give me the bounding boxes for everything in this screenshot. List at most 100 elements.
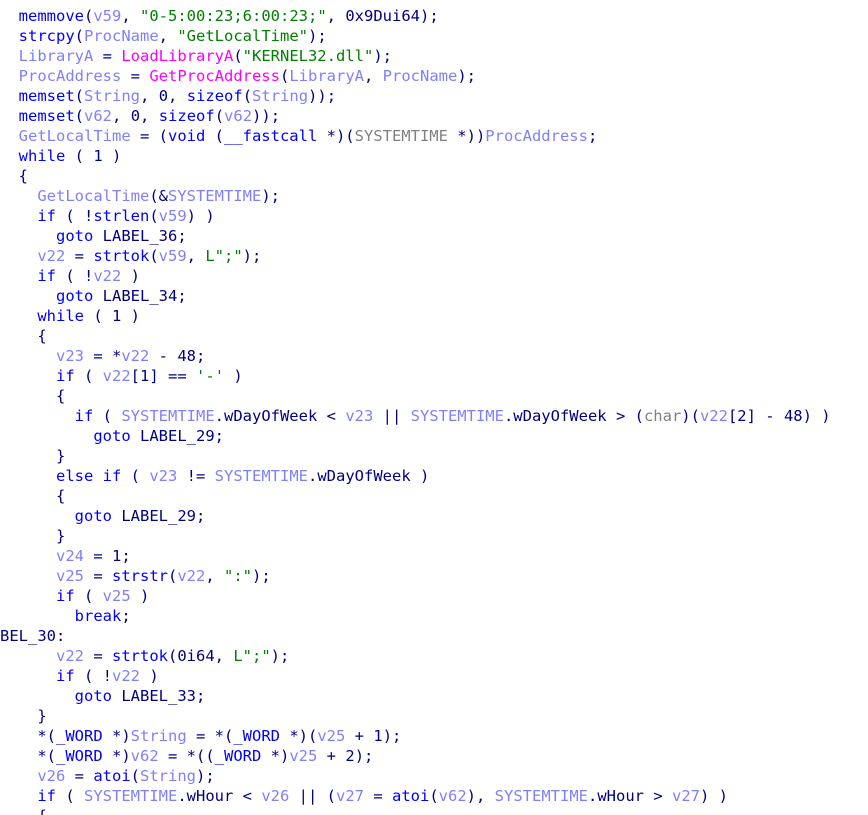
token-punct: ( ! bbox=[74, 667, 112, 685]
line-brace-close-inner[interactable]: } bbox=[0, 706, 831, 726]
token-punct: ; bbox=[121, 607, 131, 625]
line-if-dayofweek-range[interactable]: if ( SYSTEMTIME.wDayOfWeek < v23 || SYST… bbox=[0, 406, 831, 426]
token-str: ":" bbox=[224, 567, 253, 585]
token-punct: = bbox=[65, 247, 94, 265]
token-punct: = * bbox=[84, 347, 122, 365]
line-if-v25[interactable]: if ( v25 ) bbox=[0, 586, 831, 606]
line-while-1-inner[interactable]: while ( 1 ) bbox=[0, 306, 831, 326]
pseudocode-view[interactable]: (partial line clipped above viewport) me… bbox=[0, 0, 868, 815]
token-punct: ( bbox=[130, 767, 140, 785]
token-num: 2 bbox=[345, 747, 355, 765]
line-if-not-v22-b[interactable]: if ( !v22 ) bbox=[0, 666, 831, 686]
line-goto-36[interactable]: goto LABEL_36; bbox=[0, 226, 831, 246]
token-punct: ( bbox=[242, 87, 253, 105]
line-word-v62[interactable]: *(_WORD *)v62 = *((_WORD *)v25 + 2); bbox=[0, 746, 831, 766]
token-punct: { bbox=[0, 327, 47, 345]
line-goto-34[interactable]: goto LABEL_34; bbox=[0, 286, 831, 306]
line-goto-29-a[interactable]: goto LABEL_29; bbox=[0, 426, 831, 446]
token-punct: ) bbox=[121, 307, 141, 325]
token-punct: ); bbox=[354, 747, 374, 765]
token-fn: atoi bbox=[392, 787, 430, 805]
line-v26-atoi[interactable]: v26 = atoi(String); bbox=[0, 766, 831, 786]
line-call-getlocaltime[interactable]: GetLocalTime(&SYSTEMTIME); bbox=[0, 186, 831, 206]
token-var: SYSTEMTIME bbox=[494, 787, 588, 805]
token-kw: _WORD bbox=[56, 727, 103, 745]
line-else-if-v23[interactable]: else if ( v23 != SYSTEMTIME.wDayOfWeek ) bbox=[0, 466, 831, 486]
token-punct bbox=[0, 67, 19, 85]
token-punct: != bbox=[177, 467, 215, 485]
token-str: L";" bbox=[233, 647, 271, 665]
line-brace-open-else[interactable]: { bbox=[0, 486, 831, 506]
line-memset-string[interactable]: memset(String, 0, sizeof(String)); bbox=[0, 86, 831, 106]
token-punct: [ bbox=[130, 367, 141, 385]
token-var: v24 bbox=[56, 547, 84, 565]
token-punct: *) bbox=[102, 727, 131, 745]
token-punct: )); bbox=[308, 87, 337, 105]
token-member: .wHour bbox=[588, 787, 644, 805]
token-punct: ; bbox=[177, 227, 187, 245]
line-brace-open-inner[interactable]: { bbox=[0, 326, 831, 346]
line-while-1-outer[interactable]: while ( 1 ) bbox=[0, 146, 831, 166]
line-v22-strtok-v59[interactable]: v22 = strtok(v59, L";"); bbox=[0, 246, 831, 266]
line-brace-open-outer[interactable]: { bbox=[0, 166, 831, 186]
token-punct bbox=[0, 87, 19, 105]
line-brace-open-bottom[interactable]: { bbox=[0, 806, 831, 815]
token-punct: ) bbox=[102, 147, 122, 165]
token-punct bbox=[0, 247, 37, 265]
token-var: v62 bbox=[130, 747, 159, 765]
token-label: LABEL_36 bbox=[102, 227, 178, 245]
token-punct: ) bbox=[410, 467, 430, 485]
token-punct: = bbox=[121, 67, 150, 85]
token-str: "KERNEL32.dll" bbox=[242, 47, 374, 65]
line-v25-strstr[interactable]: v25 = strstr(v22, ":"); bbox=[0, 566, 831, 586]
line-if-whour[interactable]: if ( SYSTEMTIME.wHour < v26 || (v27 = at… bbox=[0, 786, 831, 806]
token-type: SYSTEMTIME bbox=[354, 127, 448, 145]
line-if-v22-dash[interactable]: if ( v22[1] == '-' ) bbox=[0, 366, 831, 386]
line-getprocaddress[interactable]: ProcAddress = GetProcAddress(LibraryA, P… bbox=[0, 66, 831, 86]
line-brace-close-else[interactable]: } bbox=[0, 526, 831, 546]
token-num: 1 bbox=[112, 547, 122, 565]
line-goto-33[interactable]: goto LABEL_33; bbox=[0, 686, 831, 706]
line-strcpy-procname[interactable]: strcpy(ProcName, "GetLocalTime"); bbox=[0, 26, 831, 46]
line-if-not-v22-a[interactable]: if ( !v22 ) bbox=[0, 266, 831, 286]
token-var: v26 bbox=[37, 767, 66, 785]
line-goto-29-b[interactable]: goto LABEL_29; bbox=[0, 506, 831, 526]
token-kw: goto bbox=[56, 287, 94, 305]
token-label: LABEL_34 bbox=[102, 287, 178, 305]
token-kw: goto bbox=[74, 687, 112, 705]
token-punct: *)) bbox=[447, 127, 486, 145]
token-kw: while bbox=[18, 147, 66, 165]
line-if-strlen[interactable]: if ( !strlen(v59) ) bbox=[0, 206, 831, 226]
token-var: v22 bbox=[56, 647, 84, 665]
token-var: v62 bbox=[438, 787, 467, 805]
line-v23-assign[interactable]: v23 = *v22 - 48; bbox=[0, 346, 831, 366]
line-word-string[interactable]: *(_WORD *)String = *(_WORD *)(v25 + 1); bbox=[0, 726, 831, 746]
token-punct: ; bbox=[177, 287, 187, 305]
token-num: 0x9Dui64 bbox=[345, 7, 420, 25]
line-label-30[interactable]: BEL_30: bbox=[0, 626, 831, 646]
token-punct: ( bbox=[74, 367, 103, 385]
token-var: v27 bbox=[672, 787, 700, 805]
token-var: ProcAddress bbox=[485, 127, 588, 145]
line-break[interactable]: break; bbox=[0, 606, 831, 626]
line-loadlibrary[interactable]: LibraryA = LoadLibraryA("KERNEL32.dll"); bbox=[0, 46, 831, 66]
line-memset-v62[interactable]: memset(v62, 0, sizeof(v62)); bbox=[0, 106, 831, 126]
token-kw: sizeof bbox=[186, 87, 243, 105]
line-v22-strtok-0i64[interactable]: v22 = strtok(0i64, L";"); bbox=[0, 646, 831, 666]
token-kw: goto bbox=[74, 507, 112, 525]
line-brace-open-dash[interactable]: { bbox=[0, 386, 831, 406]
line-getlocaltime-cast[interactable]: GetLocalTime = (void (__fastcall *)(SYST… bbox=[0, 126, 831, 146]
token-kw: else bbox=[56, 467, 94, 485]
token-punct: ( ! bbox=[56, 207, 94, 225]
line-memmove[interactable]: memmove(v59, "0-5:00:23;6:00:23;", 0x9Du… bbox=[0, 6, 831, 26]
line-brace-close-dash[interactable]: } bbox=[0, 446, 831, 466]
token-punct: } bbox=[0, 447, 66, 465]
line-v24-assign[interactable]: v24 = 1; bbox=[0, 546, 831, 566]
token-punct: ( bbox=[279, 67, 290, 85]
token-punct bbox=[131, 427, 140, 445]
token-punct: ( bbox=[93, 407, 122, 425]
token-punct: ) ) bbox=[700, 787, 728, 805]
token-punct: , bbox=[158, 27, 178, 45]
token-punct: ( bbox=[168, 647, 178, 665]
token-punct: , bbox=[140, 107, 159, 125]
